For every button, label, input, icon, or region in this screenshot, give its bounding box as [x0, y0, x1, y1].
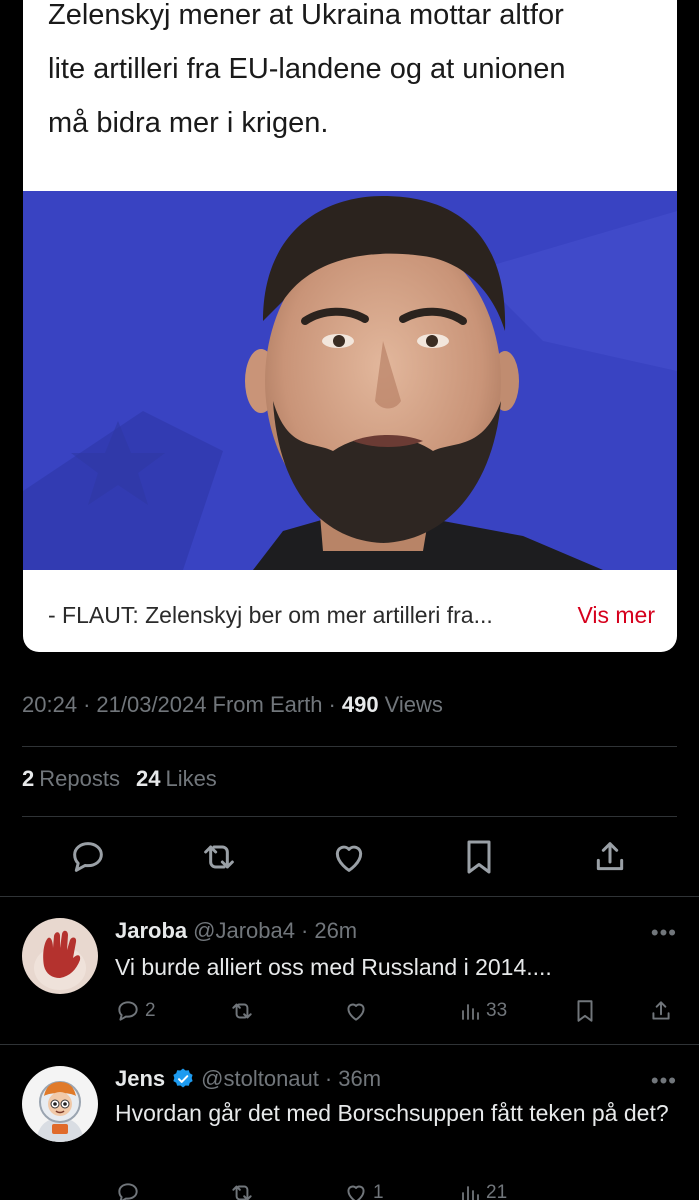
reply-header: Jaroba @Jaroba4 · 26m	[115, 918, 357, 944]
card-description-line: må bidra mer i krigen.	[48, 107, 329, 139]
separator: ·	[328, 692, 336, 717]
views-icon	[462, 1186, 479, 1200]
card-headline[interactable]: - FLAUT: Zelenskyj ber om mer artilleri …	[48, 602, 493, 629]
repost-button[interactable]	[229, 996, 259, 1026]
tweet-date[interactable]: 21/03/2024	[96, 692, 206, 718]
divider	[22, 746, 677, 747]
reply-author-handle[interactable]: @Jaroba4	[193, 918, 295, 944]
view-count: 21	[486, 1182, 508, 1200]
card-footer[interactable]: - FLAUT: Zelenskyj ber om mer artilleri …	[48, 590, 655, 640]
repost-icon	[204, 845, 234, 869]
reply-button[interactable]: 2	[115, 996, 156, 1026]
divider	[22, 816, 677, 817]
reply-action-bar: 2 33	[0, 996, 699, 1026]
reply-text: Vi burde alliert oss med Russland i 2014…	[115, 954, 552, 980]
reply-item[interactable]: Jens @stoltonaut · 36m ••• Hvordan går d…	[0, 1044, 699, 1200]
share-button[interactable]	[590, 832, 630, 882]
view-count: 33	[486, 1000, 508, 1021]
reply-text: Hvordan går det med Borschsuppen fått te…	[115, 1100, 669, 1126]
separator: ·	[301, 918, 309, 943]
views-button[interactable]: 21	[458, 1178, 507, 1200]
card-image[interactable]	[23, 191, 677, 570]
share-icon	[652, 1001, 670, 1020]
like-count: 1	[373, 1182, 384, 1200]
reply-icon	[73, 842, 103, 872]
like-icon	[347, 1185, 365, 1200]
share-button[interactable]	[648, 996, 674, 1026]
reply-time[interactable]: 26m	[314, 918, 357, 944]
avatar[interactable]	[22, 1066, 98, 1142]
likes-label: Likes	[165, 766, 217, 791]
reposts-label: Reposts	[39, 766, 120, 791]
bookmark-icon	[467, 840, 491, 874]
repost-icon	[232, 1003, 252, 1019]
tweet-action-bar	[0, 832, 699, 882]
reply-action-bar: 1 21	[0, 1178, 699, 1200]
reply-header: Jens @stoltonaut · 36m	[115, 1066, 381, 1092]
like-button[interactable]	[329, 832, 369, 882]
like-icon	[335, 845, 363, 872]
card-description-line: Zelenskyj mener at Ukraina mottar altfor	[48, 0, 564, 31]
tweet-stats: 2 Reposts 24 Likes	[22, 766, 217, 792]
card-description-line: lite artilleri fra EU-landene og at unio…	[48, 53, 566, 85]
reply-author-name[interactable]: Jens	[115, 1066, 165, 1092]
views-button[interactable]: 33	[458, 996, 507, 1026]
reply-button[interactable]	[68, 832, 108, 882]
bookmark-icon	[577, 1000, 593, 1022]
reply-button[interactable]	[115, 1178, 145, 1200]
bookmark-button[interactable]	[459, 832, 499, 882]
reposts-count: 2	[22, 766, 35, 791]
like-button[interactable]	[343, 996, 373, 1026]
link-card[interactable]: Zelenskyj mener at Ukraina mottar altfor…	[23, 0, 677, 652]
repost-icon	[232, 1185, 252, 1200]
avatar-image	[22, 1066, 98, 1142]
reply-icon	[118, 1001, 138, 1021]
share-icon	[596, 842, 624, 871]
separator: ·	[83, 692, 91, 717]
more-options-icon[interactable]: •••	[651, 1068, 677, 1094]
reply-icon	[118, 1183, 138, 1200]
separator: ·	[324, 1066, 333, 1091]
reply-time[interactable]: 36m	[338, 1066, 381, 1092]
views-icon	[462, 1004, 479, 1020]
reposts-stat[interactable]: 2 Reposts	[22, 766, 120, 792]
views-label: Views	[384, 692, 443, 717]
reply-count: 2	[145, 1000, 156, 1021]
likes-count: 24	[135, 766, 161, 791]
tweet-time[interactable]: 20:24	[22, 692, 77, 718]
tweet-meta: 20:24 · 21/03/2024 From Earth · 490 View…	[22, 692, 443, 718]
reply-author-handle[interactable]: @stoltonaut	[201, 1066, 319, 1092]
avatar-image	[22, 918, 98, 994]
repost-button[interactable]	[229, 1178, 259, 1200]
repost-button[interactable]	[199, 832, 239, 882]
like-button[interactable]: 1	[343, 1178, 384, 1200]
verified-badge-icon	[173, 1068, 193, 1088]
bookmark-button[interactable]	[572, 996, 598, 1026]
more-options-icon[interactable]: •••	[651, 920, 677, 946]
show-more-link[interactable]: Vis mer	[577, 602, 655, 629]
tweet-source: From Earth	[212, 692, 323, 717]
like-icon	[347, 1003, 365, 1021]
reply-item[interactable]: Jaroba @Jaroba4 · 26m ••• Vi burde allie…	[0, 896, 699, 1044]
avatar[interactable]	[22, 918, 98, 994]
portrait-image	[23, 191, 677, 570]
card-description: Zelenskyj mener at Ukraina mottar altfor…	[48, 0, 658, 150]
likes-stat[interactable]: 24 Likes	[136, 766, 217, 792]
views-count: 490	[341, 692, 379, 717]
reply-author-name[interactable]: Jaroba	[115, 918, 187, 944]
